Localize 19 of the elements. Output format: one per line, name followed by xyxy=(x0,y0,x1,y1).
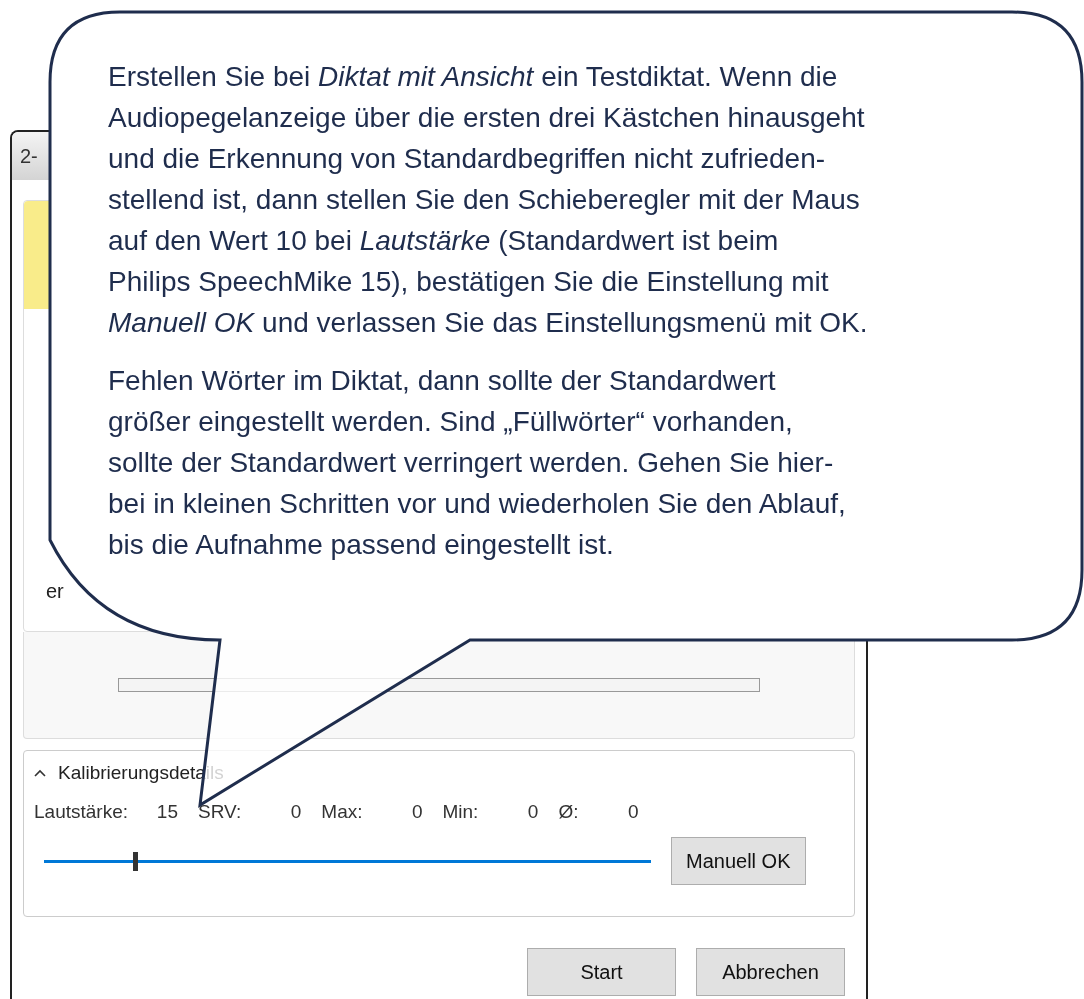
info-text: er xyxy=(46,580,64,603)
manual-ok-button[interactable]: Manuell OK xyxy=(671,837,806,885)
callout-paragraph: Erstellen Sie bei Diktat mit Ansicht ein Testdiktat. Wenn die Audiopegelanzeige über die ersten drei Kästchen hinausgeht und die Erkennung von Standardbegriffen nicht zufrieden- stellend ist, dann stellen Sie den Schieberegler mit der Maus auf den Wert 10 bei Lautstärke (Standardwert ist beim Philips SpeechMike 15), bestätigen Sie die Einstellung mit Manuell OK und verlassen Sie das Einstellungsmenü mit OK. xyxy=(108,60,868,340)
reading-value: 0 xyxy=(410,801,423,823)
window-title: 2- xyxy=(20,144,38,168)
reading-label: SRV: xyxy=(198,801,242,823)
reading-label: Min: xyxy=(442,801,479,823)
chevron-icon xyxy=(34,769,46,777)
reading-label: Max: xyxy=(321,801,363,823)
reading-value: 0 xyxy=(526,801,539,823)
dialog-button[interactable]: Abbrechen xyxy=(696,948,845,996)
reading-label: Ø: xyxy=(558,801,579,823)
reading-value: 0 xyxy=(626,801,639,823)
reading-label: Lautstärke: xyxy=(34,801,128,823)
slider-thumb[interactable] xyxy=(133,851,139,871)
callout-paragraph: Fehlen Wörter im Diktat, dann sollte der Standardwert größer eingestellt werden. Sind „Füllwörter“ vorhanden, sollte der Standardwert verringert werden. Gehen Sie hier- bei in kleinen Schritten vor und wiederholen Sie den Ablauf, bis die Aufnahme passend eingestellt ist. xyxy=(108,364,847,562)
dialog-button[interactable]: Start xyxy=(527,948,676,996)
reading-value: 0 xyxy=(289,801,302,823)
reading-value: 15 xyxy=(155,801,178,823)
